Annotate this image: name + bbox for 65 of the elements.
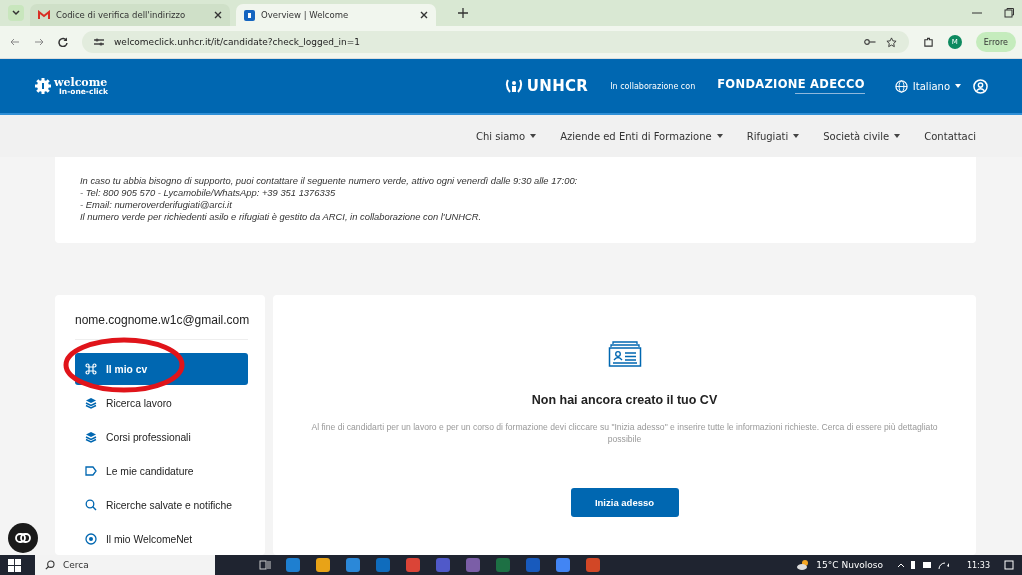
- target-icon: [85, 533, 97, 545]
- new-tab-icon[interactable]: [458, 8, 468, 18]
- layers-icon: [85, 397, 97, 409]
- sidebar-item[interactable]: Corsi professionali: [75, 421, 248, 453]
- globe-icon: [894, 79, 908, 93]
- taskbar-search-field[interactable]: Cerca: [35, 555, 215, 575]
- layers-icon: [85, 431, 97, 443]
- notification-icon[interactable]: [1004, 560, 1014, 570]
- language-dropdown[interactable]: Italiano: [894, 79, 961, 93]
- nav-link[interactable]: Società civile: [823, 130, 901, 142]
- support-text: - Tel: 800 905 570 - Lycamobile/WhatsApp: +39 351 1376335: [80, 187, 337, 199]
- browser-tab[interactable]: Overview | Welcome: [236, 4, 436, 26]
- user-icon[interactable]: [973, 78, 988, 94]
- nav-link[interactable]: Contattaci: [924, 130, 976, 142]
- empty-state-title: Non hai ancora creato il tuo CV: [531, 393, 718, 407]
- browser-tab[interactable]: Codice di verifica dell'indirizzo: [30, 4, 230, 26]
- forward-icon[interactable]: [34, 37, 44, 47]
- support-text: In caso tu abbia bisogno di supporto, puoi contattare il seguente numero verde, attivo ogni venerdì dalle 9:30 alle 17:00:: [80, 175, 579, 187]
- tab-list-caret-icon[interactable]: [8, 5, 24, 21]
- tab-title: Codice di verifica dell'indirizzo: [56, 10, 187, 20]
- nav-link[interactable]: Chi siamo: [475, 130, 537, 142]
- address-bar[interactable]: welcomeclick.unhcr.it/it/candidate?check_logged_in=1: [82, 31, 909, 53]
- nav-link[interactable]: Rifugiati: [746, 130, 800, 142]
- weather-text: 15°C Nuvoloso: [816, 560, 883, 570]
- key-icon[interactable]: [863, 38, 876, 46]
- error-button[interactable]: Errore: [975, 32, 1016, 52]
- command-icon: [85, 363, 97, 375]
- tag-icon: [85, 466, 97, 476]
- search-icon: [85, 499, 97, 511]
- weather-icon: [796, 559, 811, 571]
- id-card-icon: [607, 340, 642, 368]
- site-icon: [244, 9, 255, 21]
- clock-time: 11:33: [966, 560, 990, 570]
- sidebar-item[interactable]: Ricerche salvate e notifiche: [75, 489, 248, 521]
- close-icon[interactable]: [420, 11, 428, 19]
- logo-title: welcome: [54, 76, 108, 88]
- site-settings-icon[interactable]: [94, 38, 104, 46]
- empty-state-text: Al fine di candidarti per un lavoro e per un corso di formazione devi cliccare su "Inizia adesso" e inserire tutte le informazioni richieste. Cerca di essere più dettagliato possibile: [311, 421, 938, 445]
- support-text: - Email: numeroverderifugiati@arci.it: [80, 199, 233, 211]
- restore-icon[interactable]: [1004, 8, 1014, 18]
- close-icon[interactable]: [214, 11, 222, 19]
- sidebar-item[interactable]: Le mie candidature: [75, 455, 248, 487]
- back-icon[interactable]: [10, 37, 20, 47]
- chat-button[interactable]: [8, 523, 38, 553]
- reload-icon[interactable]: [58, 37, 68, 47]
- tab-title: Overview | Welcome: [261, 10, 350, 20]
- nav-link[interactable]: Aziende ed Enti di Formazione: [560, 130, 723, 142]
- puzzle-icon[interactable]: [922, 36, 934, 48]
- user-email: nome.cognome.w1c@gmail.com: [75, 313, 248, 340]
- link-icon: [15, 533, 31, 543]
- start-button[interactable]: Inizia adesso: [570, 488, 679, 517]
- gear-icon: [34, 77, 52, 95]
- task-view-icon[interactable]: [259, 559, 271, 571]
- caret-icon: [955, 84, 961, 88]
- sidebar-item[interactable]: Il mio WelcomeNet: [75, 523, 248, 555]
- sidebar-item[interactable]: Ricerca lavoro: [75, 387, 248, 419]
- sidebar-item[interactable]: Il mio cv: [75, 353, 248, 385]
- star-icon[interactable]: [885, 36, 897, 48]
- partner-logo-text: UNHCR: [526, 77, 589, 95]
- windows-icon[interactable]: [8, 558, 21, 572]
- collaboration-text: In collaborazione con: [610, 81, 696, 91]
- foundation-logo-text: FONDAZIONE ADECCO: [717, 77, 865, 91]
- support-text: Il numero verde per richiedenti asilo e rifugiati è gestito da ARCI, in collaborazione con l'UNHCR.: [80, 211, 483, 223]
- search-icon: [45, 560, 55, 570]
- mail-icon: [38, 10, 50, 20]
